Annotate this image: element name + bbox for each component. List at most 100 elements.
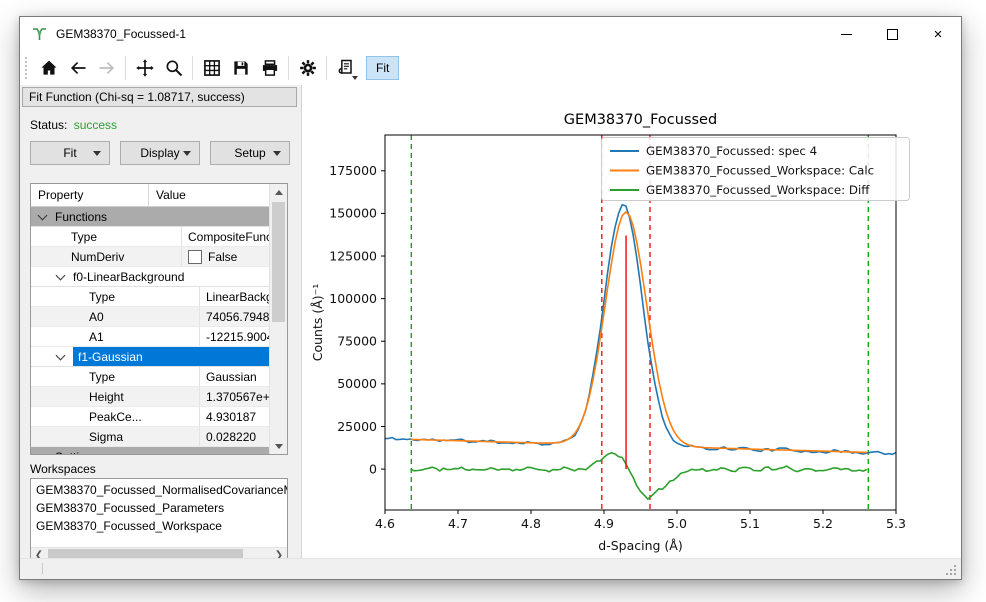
function-group-row[interactable]: Settings <box>31 447 270 455</box>
group-label: f1-Gaussian <box>73 347 270 366</box>
back-arrow-icon <box>68 58 88 78</box>
x-tick-label: 4.6 <box>375 516 395 531</box>
workspaces-label: Workspaces <box>30 462 96 476</box>
property-row[interactable]: TypeLinearBackground <box>31 287 270 307</box>
chevron-down-icon[interactable] <box>38 450 48 455</box>
property-name: Type <box>31 367 200 386</box>
property-name: PeakCe... <box>31 407 200 426</box>
toolbar-drag-handle[interactable] <box>25 57 27 79</box>
fit-toggle-button[interactable]: Fit <box>366 56 399 80</box>
maximize-icon <box>887 29 898 40</box>
workspace-item[interactable]: GEM38370_Focussed_Workspace <box>31 517 287 535</box>
function-group-row[interactable]: Functions <box>31 207 270 227</box>
workspace-item[interactable]: GEM38370_Focussed_Parameters <box>31 499 287 517</box>
property-table: Property Value FunctionsTypeCompositeFun… <box>30 183 288 455</box>
setup-dropdown-button[interactable]: Setup <box>210 141 290 165</box>
chevron-down-icon[interactable] <box>56 270 66 280</box>
printer-icon <box>260 58 280 78</box>
chart-legend[interactable]: GEM38370_Focussed: spec 4 GEM38370_Focuss… <box>602 138 910 201</box>
title-bar: GEM38370_Focussed-1 × <box>20 17 961 51</box>
property-value[interactable]: 0.028220 <box>200 430 270 444</box>
minimize-button[interactable] <box>823 17 869 51</box>
forward-button[interactable] <box>92 54 121 82</box>
property-row[interactable]: Height1.370567e+5 <box>31 387 270 407</box>
zoom-button[interactable] <box>159 54 188 82</box>
property-row[interactable]: TypeCompositeFunction <box>31 227 270 247</box>
close-button[interactable]: × <box>915 17 961 51</box>
property-value[interactable]: CompositeFunction <box>182 230 270 244</box>
y-tick-label: 150000 <box>329 206 377 221</box>
property-row[interactable]: Sigma0.028220 <box>31 427 270 447</box>
property-row[interactable]: A1-12215.900470 <box>31 327 270 347</box>
series-line <box>411 212 867 453</box>
property-name: Type <box>31 227 182 246</box>
workspace-item[interactable]: GEM38370_Focussed_NormalisedCovarianceMa… <box>31 481 287 499</box>
minimize-icon <box>841 34 852 35</box>
group-label: Settings <box>55 450 98 456</box>
property-value[interactable]: 74056.794831 <box>200 310 270 324</box>
toolbar-separator <box>288 56 289 80</box>
display-dropdown-button[interactable]: Display <box>120 141 200 165</box>
series-line <box>385 205 896 455</box>
x-tick-label: 4.9 <box>594 516 614 531</box>
toolbar-separator <box>125 56 126 80</box>
home-icon <box>39 58 59 78</box>
magnifier-icon <box>164 58 184 78</box>
plot-canvas[interactable]: 4.64.74.84.95.05.15.25.30250005000075000… <box>302 85 961 558</box>
property-value[interactable]: Gaussian <box>200 370 270 384</box>
print-button[interactable] <box>255 54 284 82</box>
property-row[interactable]: A074056.794831 <box>31 307 270 327</box>
home-button[interactable] <box>34 54 63 82</box>
scroll-up-arrow[interactable] <box>270 184 287 200</box>
toolbar-separator <box>192 56 193 80</box>
pan-move-icon <box>135 58 155 78</box>
fit-property-panel: Fit Function (Chi-sq = 1.08717, success)… <box>20 85 302 558</box>
y-tick-label: 50000 <box>337 376 377 391</box>
fit-function-header[interactable]: Fit Function (Chi-sq = 1.08717, success) <box>22 87 297 107</box>
save-button[interactable] <box>226 54 255 82</box>
subplots-button[interactable] <box>197 54 226 82</box>
property-row[interactable]: NumDerivFalse <box>31 247 270 267</box>
x-tick-label: 5.1 <box>740 516 760 531</box>
pan-button[interactable] <box>130 54 159 82</box>
generate-script-button[interactable] <box>331 54 360 82</box>
forward-arrow-icon <box>97 58 117 78</box>
group-label: Functions <box>55 210 107 224</box>
status-value: success <box>74 118 117 132</box>
property-value[interactable]: 1.370567e+5 <box>200 390 270 404</box>
property-value[interactable]: 4.930187 <box>200 410 270 424</box>
maximize-button[interactable] <box>869 17 915 51</box>
fit-dropdown-button[interactable]: Fit <box>30 141 110 165</box>
property-value[interactable]: LinearBackground <box>200 290 270 304</box>
property-column-header: Property <box>31 184 149 206</box>
property-row[interactable]: PeakCe...4.930187 <box>31 407 270 427</box>
workspaces-list: GEM38370_Focussed_NormalisedCovarianceMa… <box>30 478 288 564</box>
fit-window: GEM38370_Focussed-1 × <box>19 16 962 580</box>
y-tick-label: 75000 <box>337 334 377 349</box>
settings-button[interactable] <box>293 54 322 82</box>
property-name: Sigma <box>31 427 200 446</box>
function-group-row[interactable]: f1-Gaussian <box>31 347 270 367</box>
property-row[interactable]: TypeGaussian <box>31 367 270 387</box>
chevron-down-icon <box>273 151 281 156</box>
resize-grip[interactable] <box>954 573 956 575</box>
chevron-down-icon[interactable] <box>38 210 48 220</box>
property-value[interactable]: False <box>182 250 270 264</box>
status-label: Status: <box>30 118 67 132</box>
plot-svg[interactable]: 4.64.74.84.95.05.15.25.30250005000075000… <box>302 85 959 557</box>
table-vertical-scrollbar[interactable] <box>269 184 287 454</box>
chevron-down-icon[interactable] <box>56 350 66 360</box>
scrollbar-thumb[interactable] <box>272 202 285 322</box>
function-group-row[interactable]: f0-LinearBackground <box>31 267 270 287</box>
legend-label: GEM38370_Focussed_Workspace: Calc <box>646 164 874 178</box>
group-label: f0-LinearBackground <box>73 270 184 284</box>
property-value[interactable]: -12215.900470 <box>200 330 270 344</box>
y-axis-label: Counts (Å)⁻¹ <box>310 284 325 362</box>
legend-label: GEM38370_Focussed: spec 4 <box>646 144 817 158</box>
back-button[interactable] <box>63 54 92 82</box>
scroll-down-arrow[interactable] <box>270 438 287 454</box>
checkbox[interactable] <box>188 250 202 264</box>
property-name: Height <box>31 387 200 406</box>
y-tick-label: 100000 <box>329 291 377 306</box>
x-tick-label: 4.7 <box>448 516 468 531</box>
